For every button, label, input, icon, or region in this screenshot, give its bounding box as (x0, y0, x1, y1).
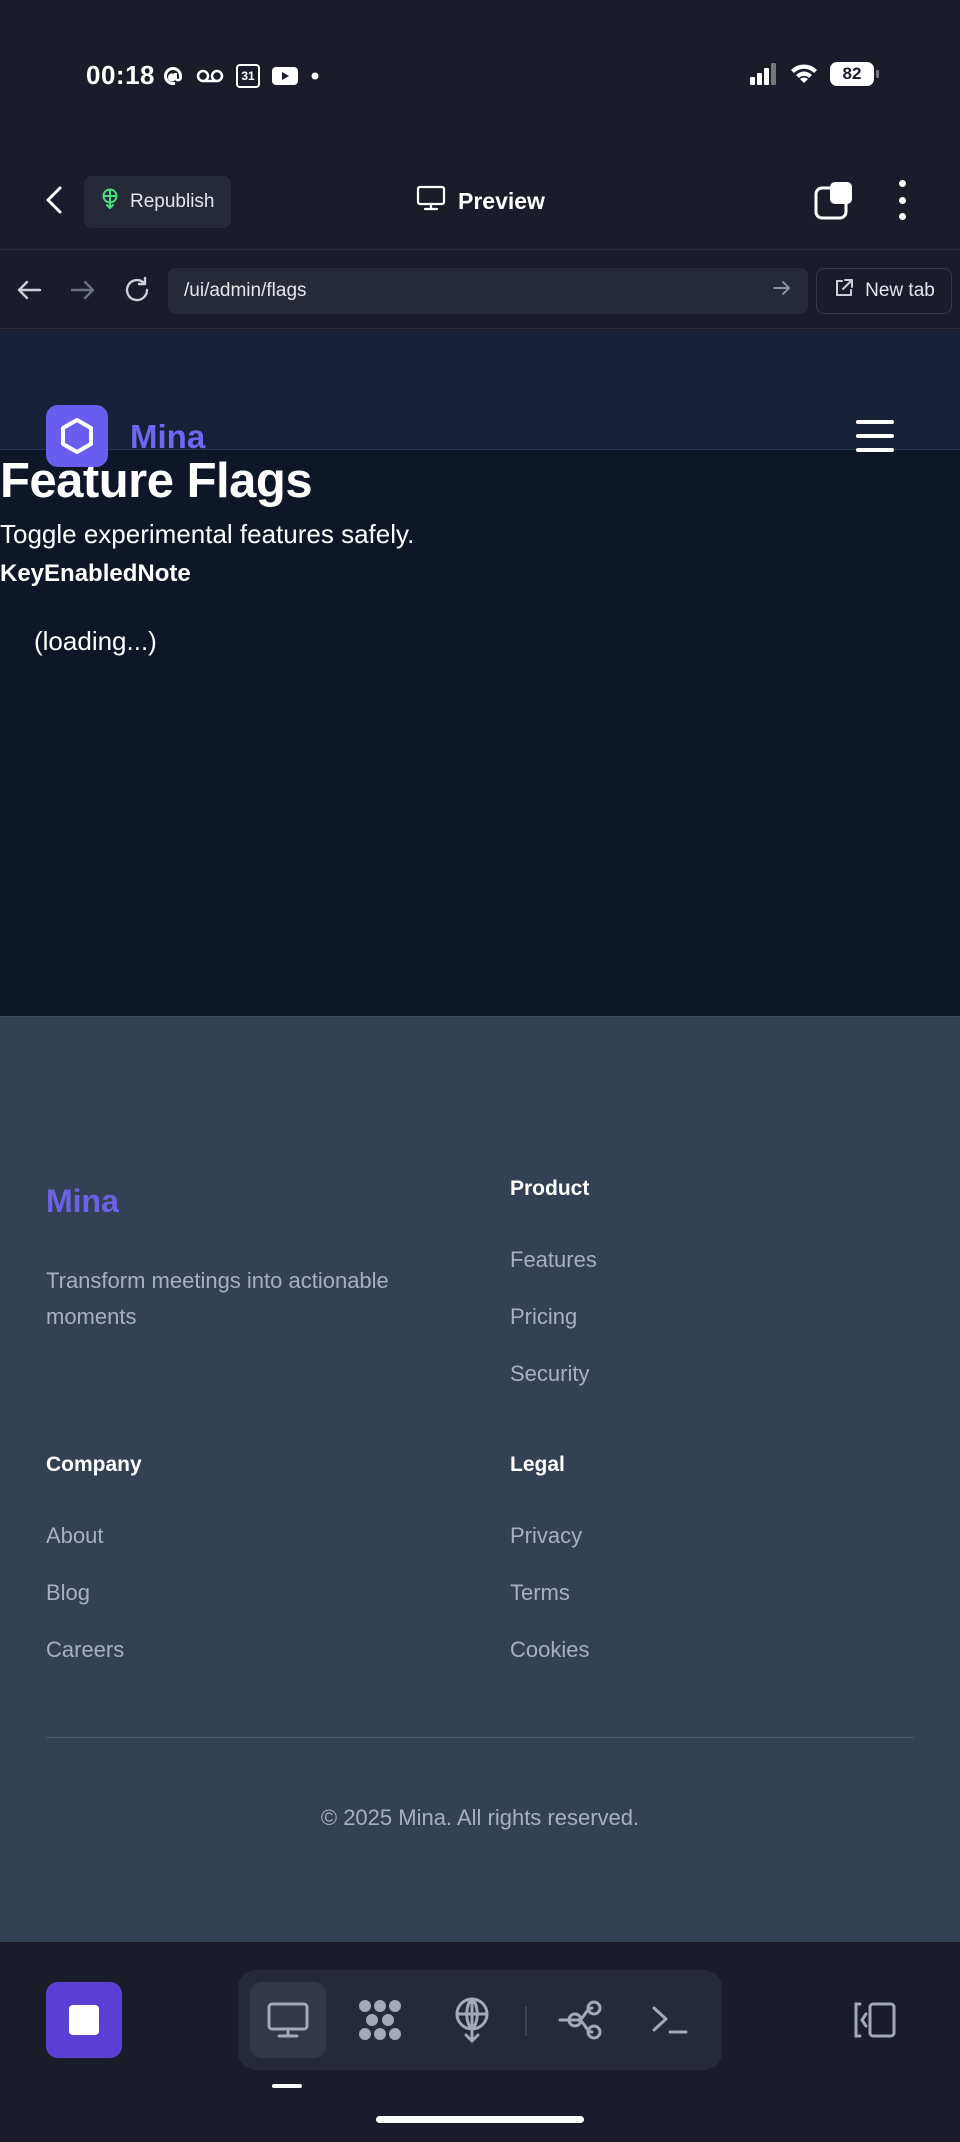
preview-toggle[interactable]: Preview (416, 184, 545, 218)
status-time: 00:18 (86, 60, 155, 90)
footer-link-pricing[interactable]: Pricing (510, 1304, 577, 1330)
monitor-icon (416, 184, 446, 218)
deploy-icon (100, 188, 120, 216)
git-branch-icon[interactable] (542, 1982, 618, 2058)
browser-forward-icon[interactable] (66, 273, 100, 307)
copyright: © 2025 Mina. All rights reserved. (320, 1805, 640, 1830)
go-arrow-icon[interactable] (772, 279, 792, 303)
url-input[interactable]: /ui/admin/flags (168, 268, 808, 314)
browser-bar: /ui/admin/flags New tab (0, 251, 960, 329)
wifi-icon (790, 63, 818, 85)
signal-icon (750, 63, 778, 85)
brand-name[interactable]: Mina (130, 418, 205, 456)
republish-button[interactable]: Republish (84, 176, 231, 228)
footer-column-title-product: Product (510, 1177, 590, 1200)
terminal-icon[interactable] (632, 1982, 708, 2058)
side-panel-icon[interactable] (852, 2000, 898, 2040)
deploy-dock-icon[interactable] (434, 1982, 510, 2058)
notification-icons: 31 (162, 64, 320, 88)
dock-separator (525, 2006, 527, 2036)
dock-tabs (238, 1970, 722, 2070)
footer-link-careers[interactable]: Careers (46, 1637, 124, 1663)
preview-label: Preview (458, 187, 545, 214)
app-toolbar: Republish Preview (0, 150, 960, 250)
reload-icon[interactable] (120, 273, 154, 307)
tabs-switcher-icon[interactable] (814, 180, 854, 220)
bottom-dock (0, 1942, 960, 2142)
column-header-key: Key (0, 560, 45, 587)
footer-link-features[interactable]: Features (510, 1247, 597, 1273)
battery-icon: 82 (830, 62, 879, 86)
status-bar: 00:18 31 82 (0, 0, 960, 150)
site-preview: Mina Feature Flags Toggle experimental f… (0, 330, 960, 1942)
active-tab-indicator (272, 2084, 302, 2088)
column-header-enabled: Enabled (44, 560, 138, 587)
column-header-note: Note (137, 560, 191, 587)
footer-link-privacy[interactable]: Privacy (510, 1523, 582, 1549)
page-subtitle: Toggle experimental features safely. (0, 519, 415, 549)
dot-icon (310, 71, 320, 81)
site-footer: Mina Transform meetings into actionable … (0, 1016, 960, 1942)
footer-column-title-company: Company (46, 1453, 142, 1476)
republish-label: Republish (130, 191, 215, 212)
footer-link-security[interactable]: Security (510, 1361, 589, 1387)
loading-text: (loading...) (34, 626, 157, 656)
youtube-icon (272, 66, 298, 86)
stop-icon (69, 2005, 99, 2035)
menu-hamburger-icon[interactable] (856, 420, 894, 452)
threads-icon (162, 65, 184, 87)
voicemail-icon (196, 68, 224, 84)
footer-link-blog[interactable]: Blog (46, 1580, 90, 1606)
new-tab-button[interactable]: New tab (816, 268, 952, 314)
more-options-icon[interactable] (892, 180, 912, 220)
flags-table-header: Key Enabled Note (0, 560, 191, 588)
footer-column-title-legal: Legal (510, 1453, 565, 1476)
footer-divider (46, 1737, 914, 1738)
footer-link-about[interactable]: About (46, 1523, 104, 1549)
calendar-icon: 31 (236, 64, 260, 88)
url-text: /ui/admin/flags (184, 280, 307, 301)
footer-brand[interactable]: Mina (46, 1183, 119, 1220)
desktop-icon[interactable] (250, 1982, 326, 2058)
page-title: Feature Flags (0, 454, 313, 508)
browser-back-icon[interactable] (12, 273, 46, 307)
footer-tagline: Transform meetings into actionable momen… (46, 1268, 389, 1329)
footer-link-cookies[interactable]: Cookies (510, 1637, 589, 1663)
system-icons: 82 (750, 62, 879, 86)
brand-logo[interactable] (46, 405, 108, 467)
external-link-icon (833, 277, 855, 305)
apps-icon[interactable] (342, 1982, 418, 2058)
stop-button[interactable] (46, 1982, 122, 2058)
home-indicator[interactable] (376, 2116, 584, 2123)
back-chevron-icon[interactable] (40, 182, 70, 218)
new-tab-label: New tab (865, 280, 935, 301)
footer-link-terms[interactable]: Terms (510, 1580, 570, 1606)
